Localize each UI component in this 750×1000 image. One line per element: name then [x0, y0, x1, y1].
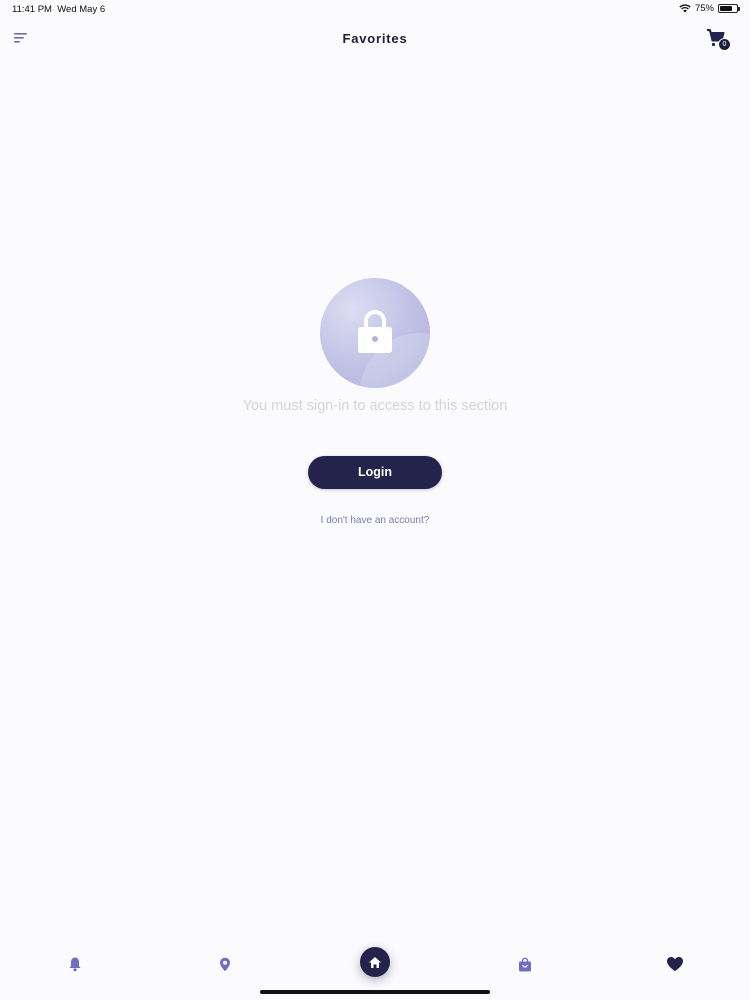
- battery-percent: 75%: [694, 3, 714, 14]
- signin-message: You must sign-in to access to this secti…: [242, 398, 508, 414]
- cart-button[interactable]: 0: [706, 28, 731, 52]
- battery-icon: [718, 4, 740, 13]
- login-button[interactable]: Login: [308, 456, 442, 489]
- page-title: Favorites: [342, 31, 408, 46]
- tab-orders[interactable]: [513, 952, 537, 976]
- status-time-date: 11:41 PM Wed May 6: [12, 4, 105, 15]
- tab-bar: [0, 940, 750, 988]
- register-link[interactable]: I don't have an account?: [0, 515, 750, 526]
- status-bar: 11:41 PM Wed May 6 75%: [0, 0, 750, 18]
- home-icon: [369, 956, 381, 968]
- home-indicator: [260, 990, 490, 994]
- wifi-icon: [679, 4, 691, 13]
- bell-icon: [69, 957, 81, 972]
- header: Favorites 0: [0, 22, 750, 56]
- status-time: 11:41 PM: [12, 4, 52, 15]
- lock-icon: [358, 310, 392, 353]
- tab-home[interactable]: [360, 947, 390, 977]
- location-pin-icon: [220, 957, 230, 971]
- tab-favorites[interactable]: [663, 952, 687, 976]
- status-date: Wed May 6: [57, 4, 106, 15]
- shopping-bag-icon: [519, 957, 531, 971]
- status-indicators: 75%: [679, 3, 740, 14]
- battery-fill: [720, 6, 732, 11]
- cart-count-badge: 0: [718, 38, 731, 51]
- lock-illustration: [320, 278, 430, 388]
- tab-notifications[interactable]: [63, 952, 87, 976]
- heart-icon: [667, 957, 683, 971]
- tab-locations[interactable]: [213, 952, 237, 976]
